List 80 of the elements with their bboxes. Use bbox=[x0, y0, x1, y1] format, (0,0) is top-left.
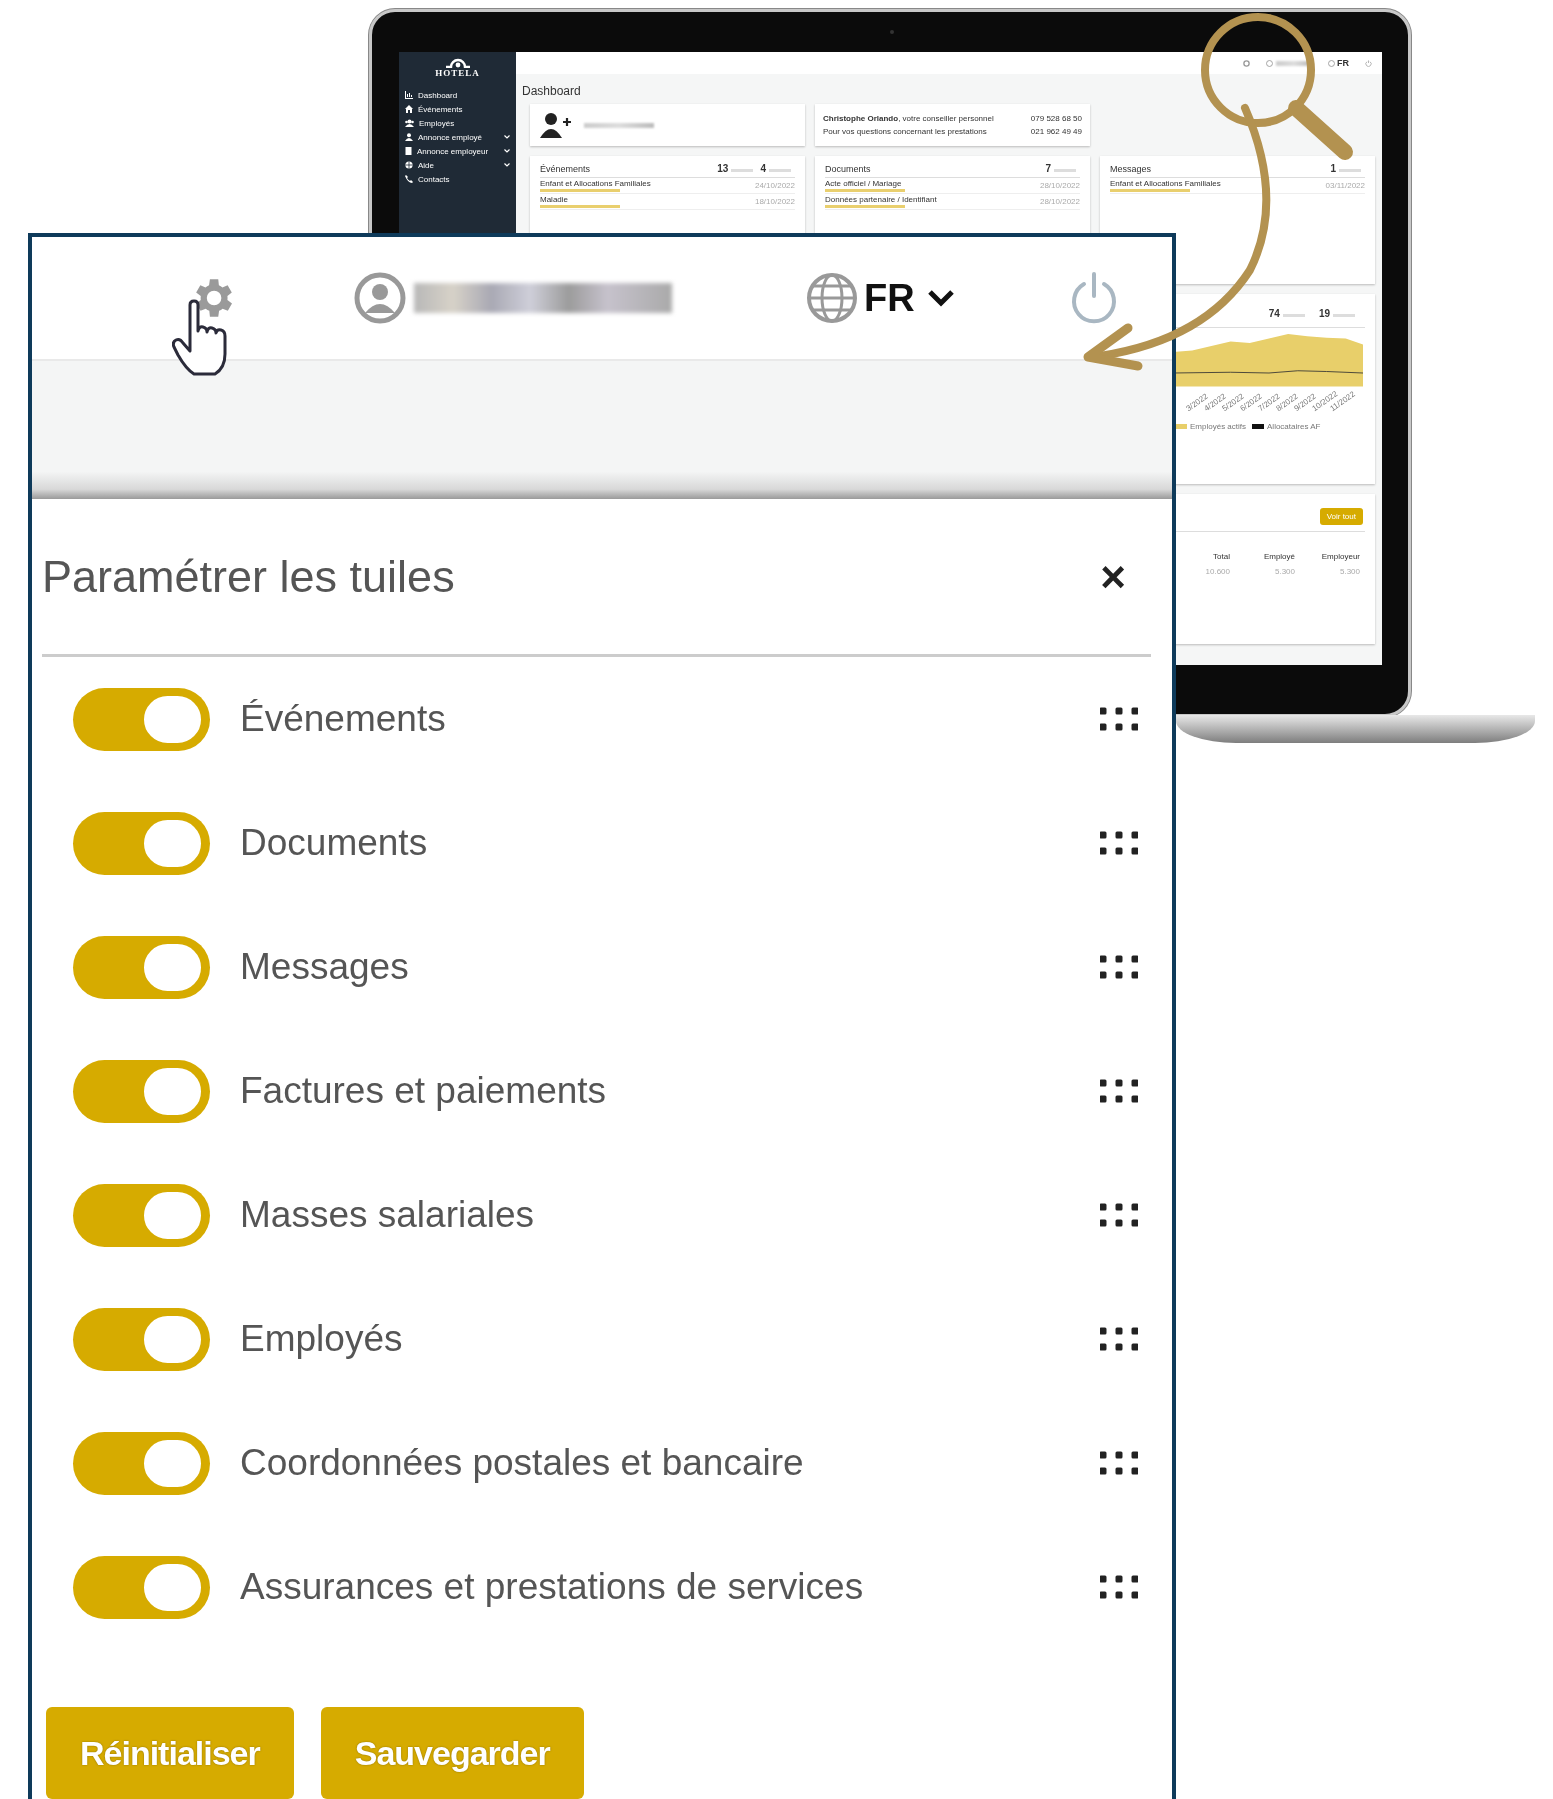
language-selector[interactable]: FR bbox=[864, 276, 915, 320]
count-value: 13 bbox=[717, 163, 729, 174]
table-cell: 10.600 bbox=[1205, 567, 1230, 576]
sidebar-item[interactable]: Aide bbox=[399, 158, 516, 172]
tile-title: Documents bbox=[825, 163, 871, 174]
phone-number: 021 962 49 49 bbox=[1030, 127, 1082, 136]
tile-label: Employés bbox=[240, 1318, 403, 1360]
tile-title: Messages bbox=[1110, 163, 1152, 174]
close-button[interactable]: × bbox=[1094, 551, 1132, 602]
tile-label: Masses salariales bbox=[240, 1194, 535, 1236]
item-label: Enfant et Allocations Familiales bbox=[1110, 179, 1221, 188]
count-value: 4 bbox=[760, 163, 766, 174]
users-icon bbox=[405, 119, 414, 127]
advisor-note: Pour vos questions concernant les prestations bbox=[823, 127, 987, 136]
item-label: Données partenaire / Identifiant bbox=[825, 195, 937, 204]
tile-label: Documents bbox=[240, 822, 428, 864]
column-header: Employé bbox=[1263, 552, 1295, 561]
tile-label: Événements bbox=[240, 698, 446, 740]
chevron-down-icon[interactable] bbox=[926, 289, 955, 307]
table-cell: 5.300 bbox=[1339, 567, 1360, 576]
legend-label: Allocataires AF bbox=[1267, 422, 1321, 431]
count-value: 74 bbox=[1268, 308, 1280, 319]
tile-label: Coordonnées postales et bancaire bbox=[240, 1442, 804, 1484]
count-value: 19 bbox=[1318, 308, 1330, 319]
tile-label: Assurances et prestations de services bbox=[240, 1566, 864, 1608]
drag-handle-icon[interactable] bbox=[1100, 1575, 1138, 1599]
phone-number: 079 528 68 50 bbox=[1030, 114, 1082, 123]
drag-handle-icon[interactable] bbox=[1100, 1327, 1138, 1351]
item-label: Enfant et Allocations Familiales bbox=[540, 179, 651, 188]
logo-icon bbox=[445, 56, 470, 68]
drag-handle-icon[interactable] bbox=[1100, 1451, 1138, 1475]
drag-handle-icon[interactable] bbox=[1100, 1079, 1138, 1103]
user-icon bbox=[405, 133, 413, 141]
table-cell: 5.300 bbox=[1274, 567, 1295, 576]
legend-label: Employés actifs bbox=[1190, 422, 1247, 431]
tile-title: Événements bbox=[540, 163, 591, 174]
sidebar-item[interactable]: Dashboard bbox=[399, 88, 516, 102]
power-icon[interactable] bbox=[1069, 272, 1118, 324]
item-date: 24/10/2022 bbox=[754, 181, 795, 190]
chart-icon bbox=[405, 91, 413, 99]
power-icon[interactable] bbox=[1365, 59, 1372, 67]
panel-title: Paramétrer les tuiles bbox=[42, 550, 455, 603]
sidebar-item[interactable]: Événements bbox=[399, 102, 516, 116]
drag-handle-icon[interactable] bbox=[1100, 955, 1138, 979]
blurred-caption bbox=[1054, 169, 1076, 172]
column-header: Employeur bbox=[1321, 552, 1360, 561]
advisor-text: Christophe Orlando, votre conseiller personnel bbox=[823, 114, 994, 123]
sidebar-item[interactable]: Employés bbox=[399, 116, 516, 130]
tile-label: Messages bbox=[240, 946, 409, 988]
add-user-icon[interactable] bbox=[540, 112, 572, 138]
item-label: Acte officiel / Mariage bbox=[825, 179, 903, 188]
item-date: 28/10/2022 bbox=[1039, 197, 1080, 206]
blurred-caption bbox=[769, 169, 791, 172]
item-label: Maladie bbox=[540, 195, 569, 204]
chevron-icon bbox=[504, 135, 510, 139]
column-header: Total bbox=[1213, 552, 1230, 561]
drag-handle-icon[interactable] bbox=[1100, 707, 1138, 731]
chevron-icon bbox=[504, 163, 510, 167]
language-selector[interactable]: FR bbox=[1337, 58, 1349, 68]
count-value: 1 bbox=[1330, 163, 1336, 174]
sidebar-item[interactable]: Annonce employeur bbox=[399, 144, 516, 158]
item-date: 03/11/2022 bbox=[1325, 181, 1365, 190]
logo-text: HOTELA bbox=[435, 68, 480, 78]
home-icon bbox=[405, 105, 413, 113]
item-date: 28/10/2022 bbox=[1039, 181, 1080, 190]
count-value: 7 bbox=[1045, 163, 1051, 174]
sidebar-item[interactable]: Contacts bbox=[399, 172, 516, 186]
blurred-caption bbox=[1282, 314, 1305, 317]
blurred-caption bbox=[1333, 314, 1355, 317]
blurred-caption bbox=[1339, 169, 1361, 172]
page-title: Dashboard bbox=[522, 84, 582, 98]
blurred-company bbox=[584, 122, 654, 128]
drag-handle-icon[interactable] bbox=[1100, 831, 1138, 855]
drag-handle-icon[interactable] bbox=[1100, 1203, 1138, 1227]
phone-icon bbox=[405, 175, 413, 183]
blurred-caption bbox=[731, 169, 754, 172]
item-date: 18/10/2022 bbox=[754, 197, 795, 206]
tile-label: Factures et paiements bbox=[240, 1070, 607, 1112]
chevron-icon bbox=[504, 149, 510, 153]
sidebar-item[interactable]: Annonce employé bbox=[399, 130, 516, 144]
